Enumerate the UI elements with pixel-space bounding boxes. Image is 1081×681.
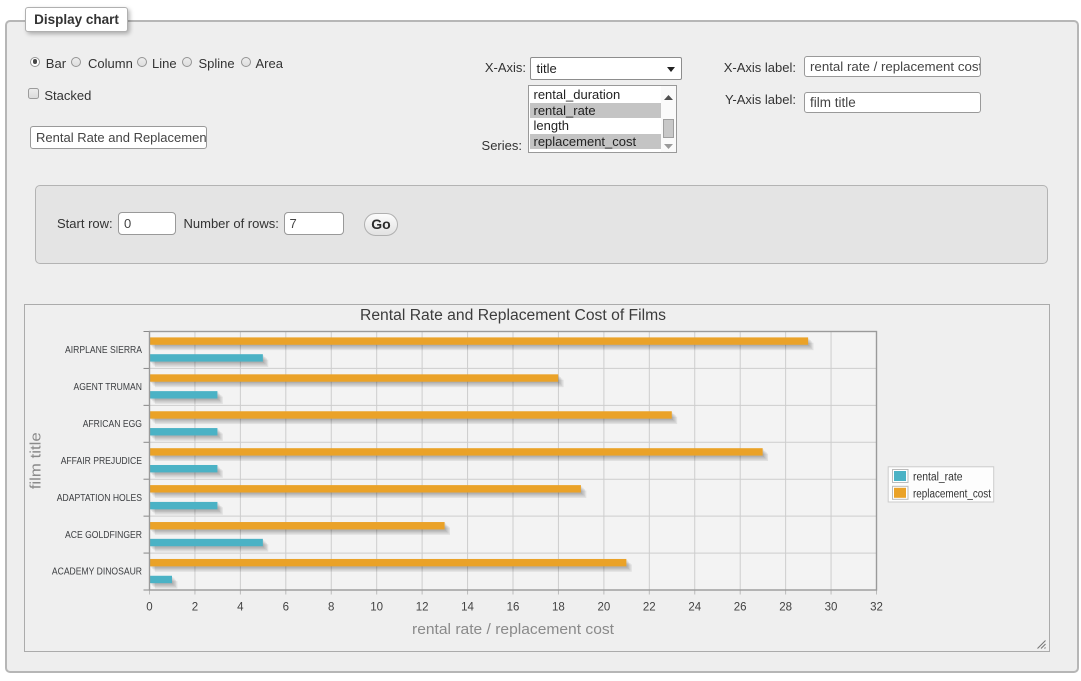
- svg-text:26: 26: [734, 601, 747, 613]
- svg-text:6: 6: [283, 601, 289, 613]
- svg-text:32: 32: [870, 601, 883, 613]
- svg-text:12: 12: [416, 601, 429, 613]
- svg-text:AFFAIR PREJUDICE: AFFAIR PREJUDICE: [61, 456, 143, 467]
- svg-text:2: 2: [192, 601, 198, 613]
- svg-text:replacement_cost: replacement_cost: [913, 488, 992, 500]
- svg-text:0: 0: [146, 601, 152, 613]
- svg-text:film title: film title: [29, 432, 45, 489]
- svg-text:AIRPLANE SIERRA: AIRPLANE SIERRA: [65, 345, 142, 356]
- svg-text:30: 30: [825, 601, 838, 613]
- svg-text:28: 28: [779, 601, 792, 613]
- svg-text:AFRICAN EGG: AFRICAN EGG: [83, 419, 142, 430]
- svg-text:rental_rate: rental_rate: [913, 472, 963, 484]
- svg-text:4: 4: [237, 601, 244, 613]
- svg-text:10: 10: [370, 601, 383, 613]
- svg-text:18: 18: [552, 601, 565, 613]
- svg-text:AGENT TRUMAN: AGENT TRUMAN: [74, 382, 143, 393]
- svg-text:22: 22: [643, 601, 656, 613]
- svg-text:ACE GOLDFINGER: ACE GOLDFINGER: [65, 530, 142, 541]
- svg-text:Rental Rate and Replacement Co: Rental Rate and Replacement Cost of Film…: [360, 307, 666, 324]
- svg-text:20: 20: [597, 601, 610, 613]
- svg-text:8: 8: [328, 601, 334, 613]
- svg-text:ACADEMY DINOSAUR: ACADEMY DINOSAUR: [52, 567, 142, 578]
- svg-text:ADAPTATION HOLES: ADAPTATION HOLES: [57, 493, 142, 504]
- svg-text:14: 14: [461, 601, 474, 613]
- svg-text:24: 24: [688, 601, 701, 613]
- svg-text:rental rate / replacement cost: rental rate / replacement cost: [412, 621, 615, 638]
- svg-text:16: 16: [507, 601, 520, 613]
